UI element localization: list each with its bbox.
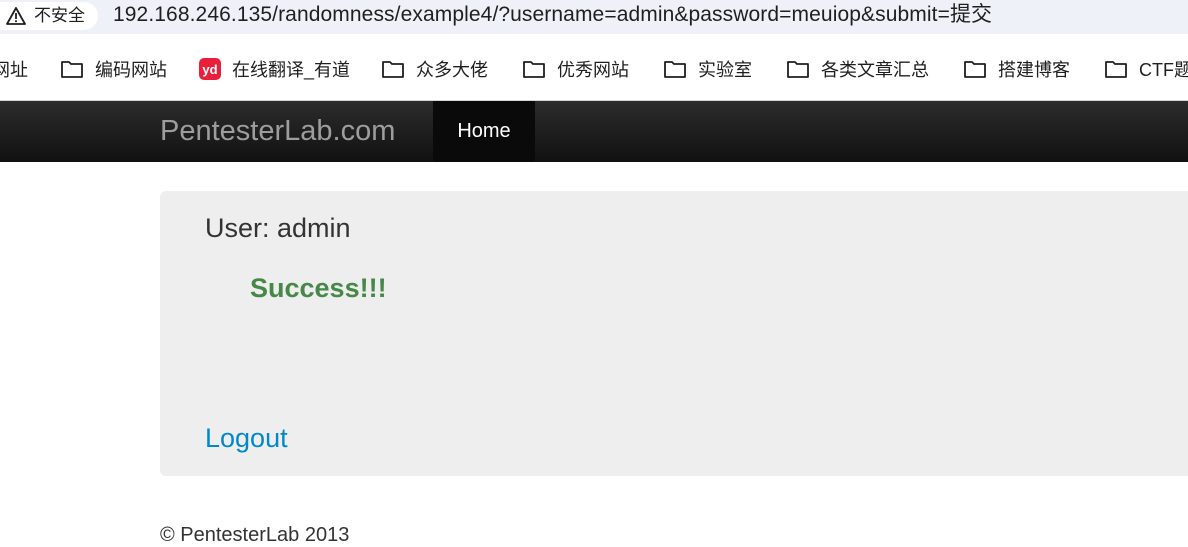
bookmark-label: CTF题 bbox=[1139, 60, 1188, 80]
folder-icon bbox=[964, 61, 986, 78]
youdao-icon: yd bbox=[199, 58, 221, 80]
folder-icon bbox=[664, 61, 686, 78]
bookmark-item[interactable]: yd 在线翻译_有道 bbox=[199, 56, 350, 82]
bookmark-label: 众多大佬 bbox=[416, 60, 488, 80]
security-chip[interactable]: 不安全 bbox=[0, 2, 98, 30]
folder-icon bbox=[523, 61, 545, 78]
bookmark-label: 在线翻译_有道 bbox=[232, 60, 351, 80]
bookmark-item[interactable]: 众多大佬 bbox=[381, 56, 488, 82]
success-message: Success!!! bbox=[250, 273, 387, 303]
bookmark-label: 实验室 bbox=[698, 60, 752, 80]
bookmark-label: 编码网站 bbox=[95, 60, 167, 80]
bookmark-item[interactable]: 编码网站 bbox=[60, 56, 167, 82]
address-bar: 不安全 192.168.246.135/randomness/example4/… bbox=[0, 0, 1188, 40]
bookmark-item[interactable]: 实验室 bbox=[663, 56, 752, 82]
security-label: 不安全 bbox=[34, 6, 85, 25]
content-well: User: admin Success!!! Logout bbox=[160, 191, 1188, 476]
bookmark-item[interactable]: 各类文章汇总 bbox=[786, 56, 929, 82]
user-label: User: admin bbox=[205, 213, 351, 243]
bookmark-label: 各类文章汇总 bbox=[821, 60, 929, 80]
bookmark-item[interactable]: 网址 bbox=[0, 56, 28, 82]
bookmark-item[interactable]: 搭建博客 bbox=[963, 56, 1070, 82]
folder-icon bbox=[61, 61, 83, 78]
bookmark-item[interactable]: CTF题 bbox=[1104, 56, 1188, 82]
url-text[interactable]: 192.168.246.135/randomness/example4/?use… bbox=[113, 1, 992, 29]
warning-icon bbox=[6, 7, 26, 25]
site-navbar: PentesterLab.com Home bbox=[0, 101, 1188, 162]
folder-icon bbox=[787, 61, 809, 78]
nav-home-link[interactable]: Home bbox=[433, 101, 535, 162]
folder-icon bbox=[382, 61, 404, 78]
bookmark-label: 优秀网站 bbox=[557, 60, 629, 80]
footer-copyright: © PentesterLab 2013 bbox=[160, 524, 350, 546]
brand-link[interactable]: PentesterLab.com bbox=[160, 115, 395, 147]
bookmarks-bar: 网址 编码网站 yd 在线翻译_有道 众多大佬 优秀网站 实验室 各类文章汇总 … bbox=[0, 40, 1188, 101]
folder-icon bbox=[1105, 61, 1127, 78]
bookmark-item[interactable]: 优秀网站 bbox=[522, 56, 629, 82]
bookmark-label: 网址 bbox=[0, 60, 28, 80]
logout-link[interactable]: Logout bbox=[205, 423, 288, 453]
bookmark-label: 搭建博客 bbox=[998, 60, 1070, 80]
